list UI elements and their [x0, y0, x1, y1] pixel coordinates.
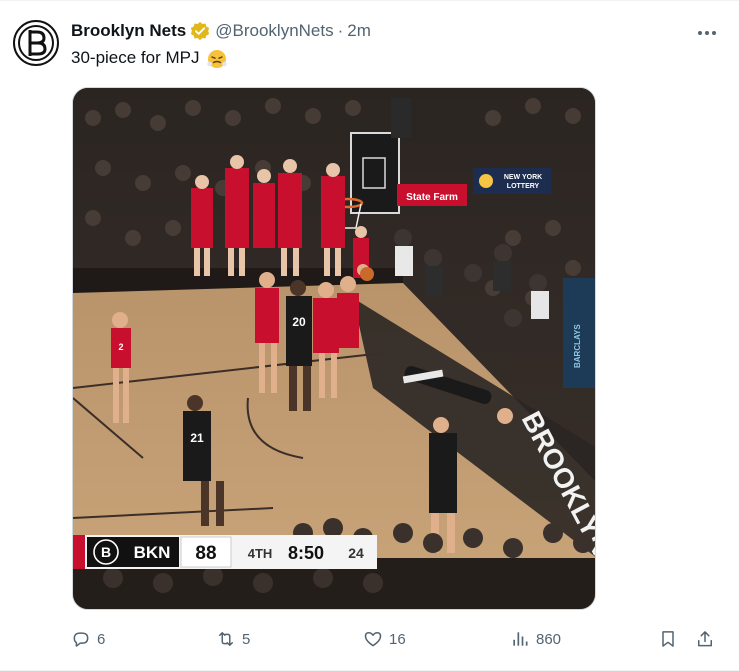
- repost-count: 5: [242, 630, 251, 648]
- statefarm-sign: State Farm: [406, 192, 458, 203]
- lottery-line2: LOTTERY: [507, 183, 540, 190]
- verified-badge-icon[interactable]: [190, 21, 210, 41]
- scorebug-clock: 8:50: [288, 543, 324, 563]
- jersey-number-a: 20: [292, 315, 306, 329]
- author-name[interactable]: Brooklyn Nets: [71, 21, 186, 41]
- tweet-text: 30-piece for MPJ: [71, 47, 228, 69]
- views-count: 860: [536, 630, 562, 648]
- tweet-body: 30-piece for MPJ: [71, 48, 200, 67]
- views-button[interactable]: 860: [510, 625, 561, 653]
- avatar[interactable]: [13, 20, 59, 66]
- jersey-number-b: 21: [190, 431, 204, 445]
- share-button[interactable]: [695, 625, 715, 653]
- more-icon[interactable]: [695, 21, 719, 45]
- scorebug: B BKN 88 4TH 8:50 24: [73, 535, 377, 569]
- scorebug-score: 88: [195, 543, 216, 564]
- tweet-article[interactable]: Brooklyn Nets @BrooklynNets · 2m 30-piec…: [0, 0, 739, 671]
- scorebug-quarter: 4TH: [248, 546, 273, 561]
- reply-count: 6: [97, 630, 106, 648]
- steam-face-emoji-icon: [206, 47, 228, 69]
- like-count: 16: [389, 630, 406, 648]
- views-icon: [513, 632, 528, 646]
- nets-logo-icon: [18, 25, 54, 61]
- bookmark-icon: [662, 631, 674, 647]
- video-media[interactable]: State Farm NEW YORK LOTTERY BARCLAYS BRO…: [72, 87, 596, 610]
- timestamp[interactable]: 2m: [347, 21, 371, 41]
- basketball-game-frame: State Farm NEW YORK LOTTERY BARCLAYS BRO…: [73, 88, 595, 609]
- bookmark-button[interactable]: [658, 625, 678, 653]
- author-handle[interactable]: @BrooklynNets: [215, 21, 333, 41]
- reply-icon: [73, 632, 89, 647]
- lottery-line1: NEW YORK: [504, 174, 542, 181]
- scorebug-logo-icon: B: [101, 544, 111, 560]
- jersey-number-c: 2: [118, 342, 123, 352]
- reply-button[interactable]: 6: [71, 625, 105, 653]
- share-icon: [698, 631, 712, 647]
- repost-button[interactable]: 5: [216, 625, 250, 653]
- tweet-header: Brooklyn Nets @BrooklynNets · 2m: [71, 20, 371, 42]
- like-button[interactable]: 16: [363, 625, 406, 653]
- heart-icon: [364, 632, 382, 647]
- separator-dot: ·: [337, 21, 344, 40]
- scorebug-team: BKN: [134, 543, 171, 562]
- scorebug-shot-clock: 24: [348, 545, 364, 561]
- repost-icon: [219, 632, 233, 646]
- barclays-sign: BARCLAYS: [573, 324, 582, 368]
- tweet-actions: 6 5 16 860: [71, 625, 723, 653]
